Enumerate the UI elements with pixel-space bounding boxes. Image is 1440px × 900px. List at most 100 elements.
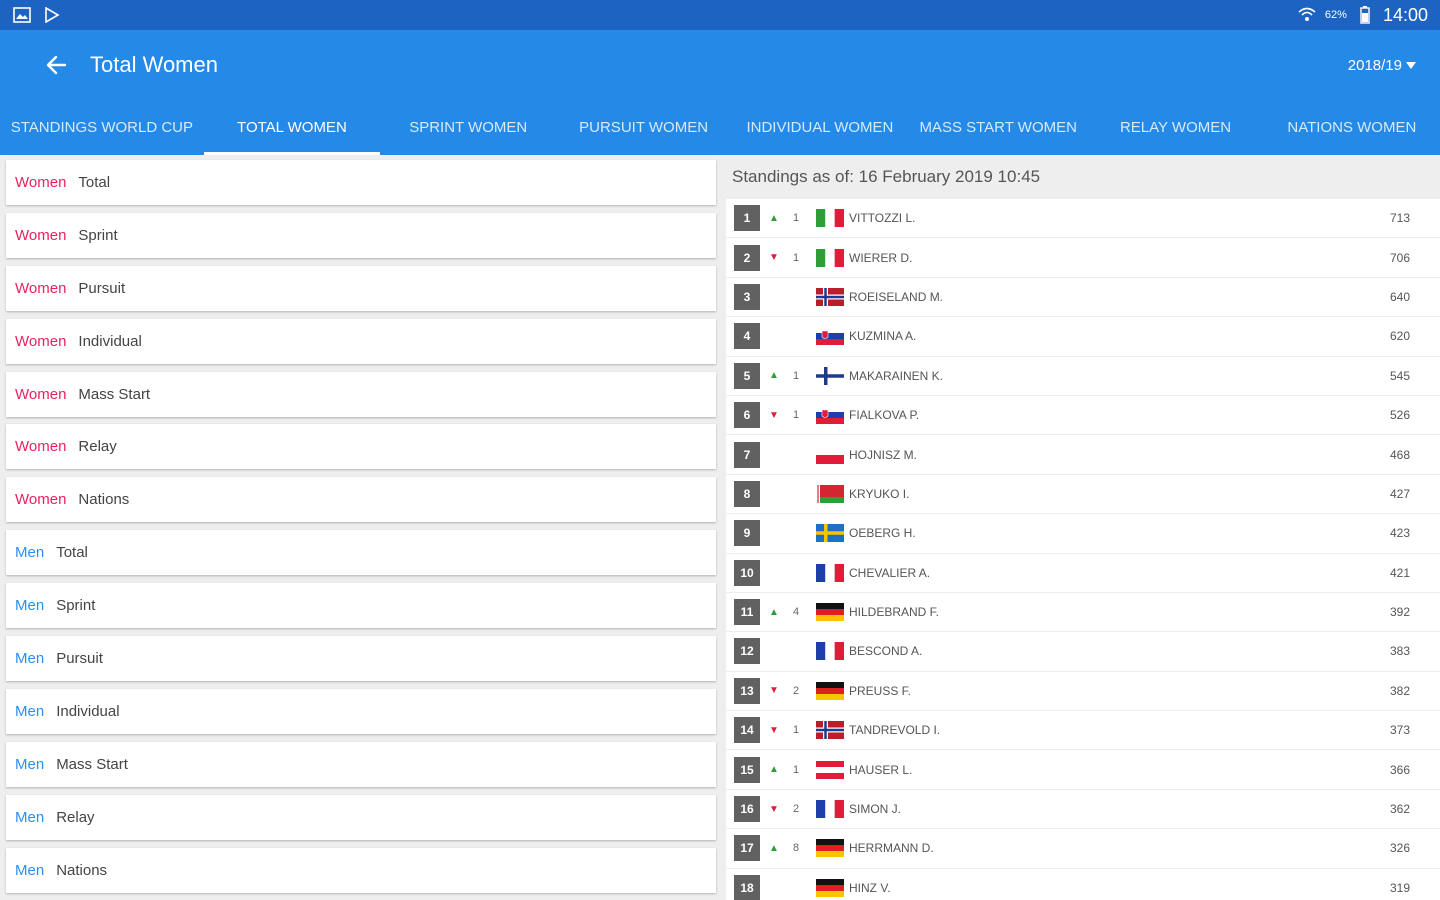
athlete-points: 362 [1389,802,1410,817]
season-dropdown[interactable]: 2018/19 [1348,57,1416,74]
category-item[interactable]: Men Relay [6,794,716,840]
standing-row[interactable]: 5 ▲ 1 MAKARAINEN K. 545 [726,356,1440,395]
category-item[interactable]: Men Individual [6,688,716,734]
trend-down-icon: ▼ [769,803,779,815]
athlete-name: HILDEBRAND F. [849,605,940,620]
category-discipline: Nations [78,491,130,509]
trend-up-icon: ▲ [769,606,779,618]
flag-icon [816,248,844,267]
standing-row[interactable]: 8 KRYUKO I. 427 [726,474,1440,514]
category-item[interactable]: Women Individual [6,318,716,364]
app-bar: Total Women 2018/19 STANDINGS WORLD CUP … [0,30,1440,155]
back-arrow-icon[interactable] [36,45,76,85]
category-item[interactable]: Women Relay [6,424,716,470]
category-item[interactable]: Men Pursuit [6,636,716,682]
athlete-name: FIALKOVA P. [849,408,920,423]
rank-badge: 6 [734,402,760,429]
rank-change: 8 [792,842,800,855]
athlete-name: KRYUKO I. [849,486,910,501]
app-bar-top-row: Total Women 2018/19 [0,30,1440,100]
tab-individual-women[interactable]: INDIVIDUAL WOMEN [731,100,909,155]
category-gender: Men [15,597,45,615]
athlete-points: 383 [1389,644,1410,659]
category-item[interactable]: Men Mass Start [6,741,716,787]
dropdown-triangle-icon [1406,57,1416,74]
standing-row[interactable]: 12 BESCOND A. 383 [726,632,1440,671]
category-item[interactable]: Women Sprint [6,212,716,258]
athlete-points: 526 [1389,408,1410,423]
flag-icon [816,721,844,740]
athlete-name: OEBERG H. [849,526,916,541]
standing-row[interactable]: 16 ▼ 2 SIMON J. 362 [726,789,1440,829]
rank-badge: 2 [734,244,760,271]
season-value: 2018/19 [1347,56,1402,74]
category-gender: Women [15,491,67,509]
standings-panel: Standings as of: 16 February 2019 10:45 … [722,155,1440,900]
category-item[interactable]: Women Mass Start [6,371,716,417]
standing-row[interactable]: 3 ROEISELAND M. 640 [726,277,1440,317]
athlete-name: WIERER D. [849,250,913,265]
status-right: 62% 14:00 [1297,5,1428,26]
trend-down-icon: ▼ [769,685,779,697]
standing-row[interactable]: 6 ▼ 1 FIALKOVA P. 526 [726,395,1440,435]
standing-row[interactable]: 14 ▼ 1 TANDREVOLD I. 373 [726,711,1440,750]
athlete-points: 373 [1389,723,1410,738]
standing-row[interactable]: 9 OEBERG H. 423 [726,514,1440,553]
category-item[interactable]: Women Total [6,160,716,205]
tab-sprint-women[interactable]: SPRINT WOMEN [380,100,556,155]
standing-row[interactable]: 17 ▲ 8 HERRMANN D. 326 [726,829,1440,868]
category-discipline: Relay [78,438,117,456]
tab-relay-women[interactable]: RELAY WOMEN [1087,100,1263,155]
tab-standings-world-cup[interactable]: STANDINGS WORLD CUP [0,100,204,155]
standing-row[interactable]: 10 CHEVALIER A. 421 [726,553,1440,592]
standing-row[interactable]: 2 ▼ 1 WIERER D. 706 [726,238,1440,277]
tab-mass-start-women[interactable]: MASS START WOMEN [909,100,1087,155]
status-left [12,5,62,25]
category-item[interactable]: Women Pursuit [6,265,716,311]
category-item[interactable]: Men Nations [6,847,716,893]
standings-list: 1 ▲ 1 VITTOZZI L. 713 2 ▼ 1 WIERER D. 706 3 ROEISEL… [722,199,1440,900]
standing-row[interactable]: 11 ▲ 4 HILDEBRAND F. 392 [726,592,1440,632]
athlete-name: CHEVALIER A. [849,565,931,580]
flag-icon [816,603,844,622]
athlete-points: 319 [1389,880,1410,895]
athlete-name: TANDREVOLD I. [849,723,941,738]
tab-pursuit-women[interactable]: PURSUIT WOMEN [556,100,730,155]
category-gender: Men [15,650,45,668]
tab-total-women[interactable]: TOTAL WOMEN [203,100,381,155]
athlete-name: HOJNISZ M. [849,447,917,462]
tab-nations-women[interactable]: NATIONS WOMEN [1264,100,1440,155]
rank-badge: 15 [734,756,760,783]
trend-up-icon: ▲ [769,212,779,224]
rank-change: 2 [792,803,800,816]
flag-icon [816,366,844,385]
play-store-icon [42,5,62,25]
category-gender: Women [15,226,67,244]
athlete-points: 620 [1389,329,1410,344]
standing-row[interactable]: 13 ▼ 2 PREUSS F. 382 [726,671,1440,711]
standing-row[interactable]: 18 HINZ V. 319 [726,868,1440,900]
flag-icon [816,760,844,779]
category-item[interactable]: Men Total [6,530,716,576]
athlete-points: 640 [1389,289,1410,304]
athlete-points: 468 [1389,447,1410,462]
athlete-name: MAKARAINEN K. [849,368,944,383]
standing-row[interactable]: 15 ▲ 1 HAUSER L. 366 [726,750,1440,789]
rank-change: 1 [792,724,800,737]
flag-icon [816,642,844,661]
gallery-icon [12,5,32,25]
rank-change: 1 [792,409,800,422]
standing-row[interactable]: 4 KUZMINA A. 620 [726,317,1440,356]
standing-row[interactable]: 1 ▲ 1 VITTOZZI L. 713 [726,199,1440,238]
clock: 14:00 [1382,4,1428,25]
category-gender: Men [15,755,45,773]
standing-row[interactable]: 7 HOJNISZ M. 468 [726,435,1440,474]
category-list: Women Total Women Sprint Women Pursuit Wome… [0,155,722,900]
rank-badge: 4 [734,323,760,350]
category-item[interactable]: Women Nations [6,477,716,523]
category-gender: Men [15,808,45,826]
rank-badge: 3 [734,283,760,310]
athlete-points: 421 [1389,565,1410,580]
category-item[interactable]: Men Sprint [6,583,716,629]
athlete-points: 382 [1389,683,1410,698]
